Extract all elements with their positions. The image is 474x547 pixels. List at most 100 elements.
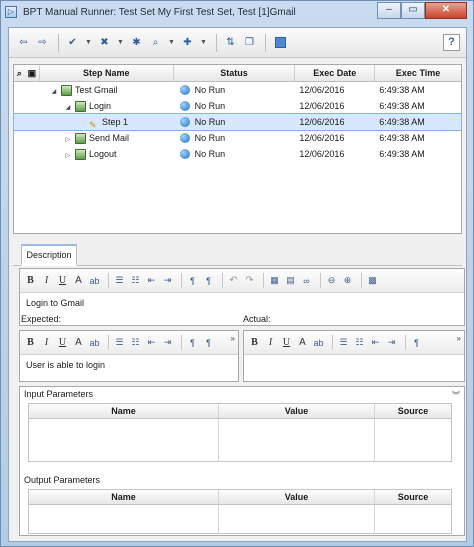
description-editor[interactable]: B I U A ab ☰ ☷ ⇤ ⇥ ¶ ¶ ↶ ↷ ▦ ▤ ∞ ⊖ ⊕ ▩ L…: [19, 268, 465, 326]
numbered-list-icon[interactable]: ☷: [129, 337, 142, 348]
tab-description[interactable]: Description: [21, 244, 77, 266]
highlight-icon[interactable]: ab: [88, 338, 101, 348]
test-icon: [60, 85, 72, 97]
description-text[interactable]: Login to Gmail: [20, 293, 464, 313]
redo-icon[interactable]: ↷: [243, 275, 256, 286]
forward-icon[interactable]: ⇨: [34, 34, 51, 51]
italic-icon[interactable]: I: [40, 337, 53, 348]
col-status[interactable]: Status: [174, 65, 296, 81]
col-exec-date[interactable]: Exec Date: [295, 65, 376, 81]
bullet-list-icon[interactable]: ☰: [337, 337, 350, 348]
parameters-icon[interactable]: ⇅: [222, 34, 239, 51]
table-row[interactable]: ▷ Logout No Run 12/06/2016 6:49:38 AM: [14, 146, 461, 162]
actual-text[interactable]: [244, 355, 464, 365]
component-icon: [74, 101, 86, 113]
italic-icon[interactable]: I: [264, 337, 277, 348]
window-title: BPT Manual Runner: Test Set My First Tes…: [23, 6, 296, 18]
main-toolbar: ⇦ ⇨ ✔ ▼ ✖ ▼ ✱ ⌕ ▼ ✚ ▼ ⇅ ❐ ?: [9, 28, 466, 58]
help-button[interactable]: ?: [443, 34, 460, 51]
detail-tabs: Description: [13, 242, 462, 266]
outdent-icon[interactable]: ⇤: [369, 337, 382, 348]
collapse-chevron-icon[interactable]: ︾: [452, 390, 460, 401]
table-row[interactable]: ◢ Test Gmail No Run 12/06/2016 6:49:38 AM: [14, 82, 461, 98]
font-color-icon[interactable]: A: [72, 337, 85, 348]
table-row-selected[interactable]: ✎ Step 1 No Run 12/06/2016 6:49:38 AM: [13, 113, 462, 131]
output-col-source[interactable]: Source: [375, 490, 451, 504]
italic-icon[interactable]: I: [40, 275, 53, 286]
indent-icon[interactable]: ⇥: [385, 337, 398, 348]
underline-icon[interactable]: U: [56, 337, 69, 348]
add-step-dropdown-icon[interactable]: ▼: [198, 34, 209, 51]
ltr-icon[interactable]: ¶: [186, 338, 199, 348]
calculator-icon[interactable]: ▩: [366, 275, 379, 286]
highlight-icon[interactable]: ab: [312, 338, 325, 348]
input-col-value[interactable]: Value: [219, 404, 375, 418]
image-icon[interactable]: ▤: [284, 275, 297, 286]
table-row[interactable]: ◢ Login No Run 12/06/2016 6:49:38 AM: [14, 98, 461, 114]
pass-dropdown-icon[interactable]: ▼: [83, 34, 94, 51]
numbered-list-icon[interactable]: ☷: [129, 275, 142, 286]
bullet-list-icon[interactable]: ☰: [113, 275, 126, 286]
bold-icon[interactable]: B: [248, 337, 261, 348]
undo-icon[interactable]: ↶: [227, 275, 240, 286]
bullet-list-icon[interactable]: ☰: [113, 337, 126, 348]
outdent-icon[interactable]: ⇤: [145, 275, 158, 286]
highlight-icon[interactable]: ab: [88, 276, 101, 286]
close-button[interactable]: ✕: [425, 2, 467, 19]
font-color-icon[interactable]: A: [296, 337, 309, 348]
ltr-icon[interactable]: ¶: [410, 338, 423, 348]
window-icon[interactable]: ❐: [241, 34, 258, 51]
more-chevron-icon[interactable]: »: [457, 334, 461, 343]
table-row[interactable]: ▷ Send Mail No Run 12/06/2016 6:49:38 AM: [14, 130, 461, 146]
rtl-icon[interactable]: ¶: [202, 338, 215, 348]
table-icon[interactable]: ▦: [268, 275, 281, 286]
expand-icon[interactable]: ▷: [64, 148, 72, 164]
minimize-button[interactable]: ‒: [377, 2, 401, 19]
more-chevron-icon[interactable]: »: [231, 334, 235, 343]
col-exec-time[interactable]: Exec Time: [375, 65, 461, 81]
link-icon[interactable]: ∞: [300, 276, 313, 286]
bold-icon[interactable]: B: [24, 275, 37, 286]
component-icon: [74, 133, 86, 145]
font-color-icon[interactable]: A: [72, 275, 85, 286]
steps-grid: ⌕ ▣ Step Name Status Exec Date Exec Time…: [13, 64, 462, 234]
zoom-out-icon[interactable]: ⊖: [325, 275, 338, 286]
expected-text[interactable]: User is able to login: [20, 355, 238, 375]
runner-window: ▷ BPT Manual Runner: Test Set My First T…: [0, 0, 474, 547]
output-col-name[interactable]: Name: [29, 490, 219, 504]
pass-selected-icon[interactable]: ✔: [64, 34, 81, 51]
step-time: 6:49:38 AM: [379, 117, 425, 127]
indent-icon[interactable]: ⇥: [161, 275, 174, 286]
add-step-icon[interactable]: ✚: [179, 34, 196, 51]
outdent-icon[interactable]: ⇤: [145, 337, 158, 348]
defect-icon[interactable]: ✱: [128, 34, 145, 51]
numbered-list-icon[interactable]: ☷: [353, 337, 366, 348]
parameters-panel: ︾ Input Parameters Name Value Source Out…: [19, 386, 465, 536]
input-col-name[interactable]: Name: [29, 404, 219, 418]
indent-icon[interactable]: ⇥: [161, 337, 174, 348]
back-icon[interactable]: ⇦: [15, 34, 32, 51]
col-step-name[interactable]: Step Name: [40, 65, 174, 81]
step-name: Step 1: [101, 117, 128, 127]
maximize-button[interactable]: ▭: [401, 2, 425, 19]
step-pencil-icon: ✎: [88, 119, 97, 130]
fail-selected-icon[interactable]: ✖: [96, 34, 113, 51]
rtl-icon[interactable]: ¶: [202, 276, 215, 286]
underline-icon[interactable]: U: [56, 275, 69, 286]
input-col-source[interactable]: Source: [375, 404, 451, 418]
grid-header: ⌕ ▣ Step Name Status Exec Date Exec Time: [14, 65, 461, 82]
output-col-value[interactable]: Value: [219, 490, 375, 504]
bold-icon[interactable]: B: [24, 337, 37, 348]
attachment-dropdown-icon[interactable]: ▼: [166, 34, 177, 51]
underline-icon[interactable]: U: [280, 337, 293, 348]
ltr-icon[interactable]: ¶: [186, 276, 199, 286]
step-date: 12/06/2016: [299, 117, 345, 127]
expected-editor[interactable]: B I U A ab ☰ ☷ ⇤ ⇥ ¶ ¶ » User is able to…: [19, 330, 239, 382]
attachment-icon[interactable]: ⌕: [147, 34, 164, 51]
step-status: No Run: [194, 85, 226, 95]
app-icon: ▷: [5, 6, 17, 18]
stop-icon[interactable]: [275, 37, 286, 48]
actual-editor[interactable]: B I U A ab ☰ ☷ ⇤ ⇥ ¶ »: [243, 330, 465, 382]
zoom-in-icon[interactable]: ⊕: [341, 275, 354, 286]
fail-dropdown-icon[interactable]: ▼: [115, 34, 126, 51]
